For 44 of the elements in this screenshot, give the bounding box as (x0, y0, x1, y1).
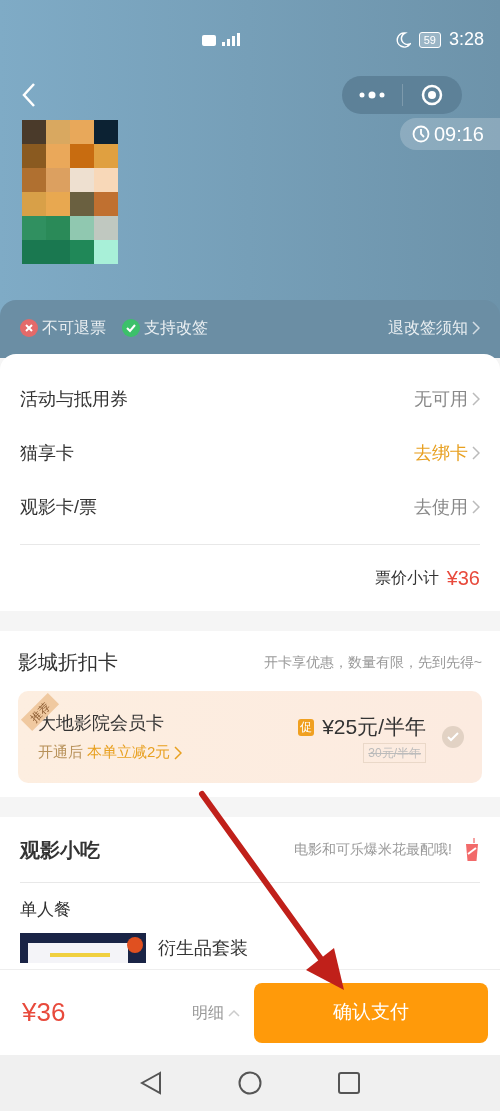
chevron-up-icon (228, 1008, 240, 1017)
select-checkbox[interactable] (442, 726, 464, 748)
chevron-right-icon (472, 392, 480, 406)
option-label: 观影卡/票 (20, 495, 97, 519)
chevron-right-icon (174, 745, 183, 760)
recents-icon[interactable] (338, 1072, 360, 1094)
clock-icon (411, 125, 430, 143)
checkmark-icon (447, 732, 459, 742)
chevron-right-icon (472, 446, 480, 460)
back-icon[interactable] (140, 1071, 162, 1095)
section-title: 影城折扣卡 (18, 650, 118, 675)
original-price: 30元/半年 (363, 742, 426, 763)
battery-level: 59 (418, 31, 441, 48)
subtotal-label: 票价小计 (374, 568, 439, 588)
option-link[interactable]: 去绑卡 (414, 439, 480, 467)
clock-time: 3:28 (448, 28, 484, 51)
option-link[interactable]: 去使用 (414, 493, 480, 521)
section-hint: 开卡享优惠，数量有限，先到先得~ (263, 652, 482, 672)
section-hint: 电影和可乐爆米花最配哦! (294, 840, 452, 859)
policy-label: 不可退票 (42, 318, 106, 338)
home-icon[interactable] (238, 1071, 262, 1095)
cross-icon (20, 319, 38, 337)
countdown-timer: 09:16 (399, 118, 500, 150)
detail-toggle[interactable]: 明细 (192, 1000, 240, 1025)
option-label: 猫享卡 (20, 441, 74, 465)
card-offer-link[interactable]: 开通后 本单立减2元 (38, 741, 299, 764)
card-price: ¥25元/半年 (322, 714, 426, 741)
meal-subtitle: 单人餐 (20, 899, 72, 921)
chevron-right-icon (472, 321, 480, 335)
confirm-pay-button[interactable]: 确认支付 (254, 982, 488, 1043)
promo-tag: 促 (298, 718, 315, 736)
policy-notice-link[interactable]: 退改签须知 (388, 316, 480, 340)
option-label: 活动与抵用券 (20, 387, 128, 411)
moon-icon (394, 31, 411, 48)
subtotal-amount: ¥36 (446, 566, 480, 591)
total-price: ¥36 (22, 996, 66, 1029)
record-icon (421, 84, 444, 106)
drink-cup-icon (464, 837, 480, 862)
option-link[interactable]: 无可用 (414, 385, 480, 413)
product-name: 衍生品套装 (158, 936, 248, 959)
policy-label: 支持改签 (144, 318, 208, 338)
chevron-right-icon (472, 500, 480, 514)
section-title: 观影小吃 (20, 837, 100, 863)
check-icon (122, 319, 140, 337)
